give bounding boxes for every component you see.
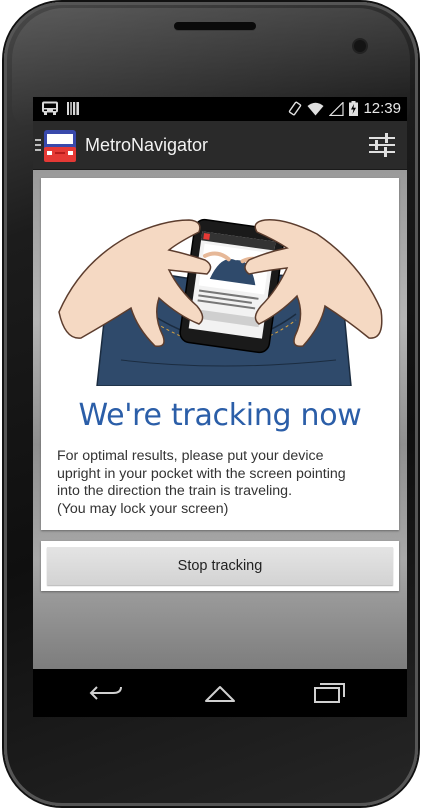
stop-tracking-button[interactable]: Stop tracking (47, 547, 393, 585)
phone-in-pocket-illustration (58, 218, 383, 386)
back-icon[interactable] (87, 679, 127, 707)
screen: 12:39 MetroNavigator We're tracking now … (33, 97, 407, 717)
status-time: 12:39 (363, 100, 401, 117)
instruction-line: upright in your pocket with the screen p… (57, 465, 346, 482)
wifi-icon (307, 102, 324, 115)
tracking-heading: We're tracking now (78, 398, 362, 433)
earpiece-speaker (174, 22, 256, 30)
battery-charging-icon (349, 101, 359, 116)
recent-apps-icon[interactable] (309, 679, 349, 707)
navigation-bar (33, 669, 407, 717)
rotate-icon (289, 101, 302, 116)
drawer-indicator-icon[interactable] (35, 139, 41, 154)
app-title: MetroNavigator (85, 135, 209, 155)
instruction-line: into the direction the train is travelin… (57, 483, 293, 499)
bus-icon (42, 101, 58, 115)
tracking-card: We're tracking now For optimal results, … (41, 178, 399, 530)
status-right-icons: 12:39 (288, 100, 401, 117)
instruction-line: (You may lock your screen) (57, 500, 229, 517)
home-icon[interactable] (200, 679, 240, 707)
status-left-icons (41, 101, 79, 115)
barcode-icon (67, 101, 79, 115)
phone-frame: 12:39 MetroNavigator We're tracking now … (4, 2, 418, 806)
front-camera (354, 40, 366, 52)
settings-sliders-icon[interactable] (367, 131, 397, 159)
action-bar: MetroNavigator (33, 121, 407, 171)
status-bar: 12:39 (33, 97, 407, 121)
signal-icon (329, 101, 345, 116)
content-area: We're tracking now For optimal results, … (33, 170, 407, 669)
instruction-line: For optimal results, please put your dev… (57, 448, 324, 464)
tracking-instructions: For optimal results, please put your dev… (57, 448, 387, 518)
stop-tracking-card: Stop tracking (41, 541, 399, 591)
app-train-icon[interactable] (44, 130, 76, 162)
